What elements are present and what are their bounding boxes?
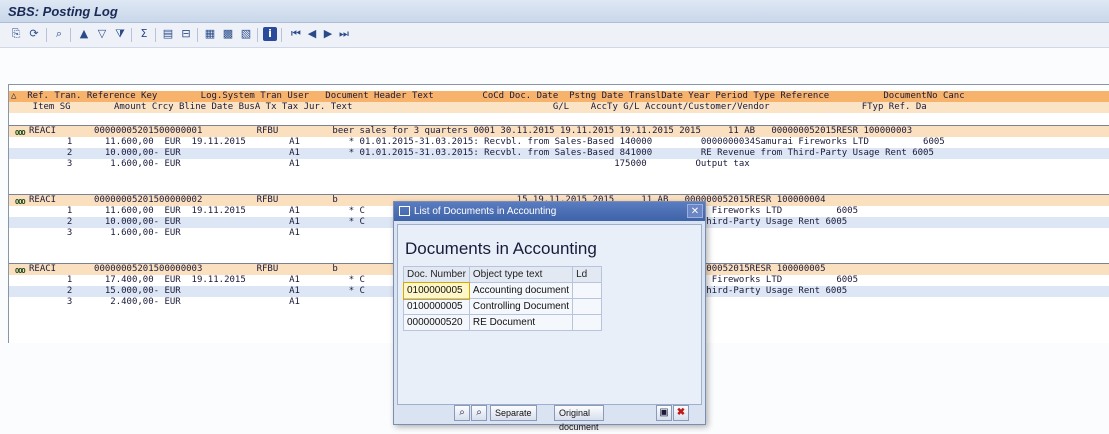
item-row[interactable]: 1 11.600,00 EUR 19.11.2015 A1 * 01.01.20… bbox=[9, 137, 1109, 148]
toolbar: ⎘ ⟳ ⌕ ▲ ▽ ⧩ Σ ▤ ⊟ ▦ ▩ ▧ i ⏮ ◀ ▶ ⏭ bbox=[0, 23, 1109, 48]
column-ld[interactable]: Ld bbox=[572, 266, 603, 283]
separate-button[interactable]: Separate bbox=[490, 405, 537, 421]
sum-icon[interactable]: Σ bbox=[137, 27, 151, 41]
column-doc-number[interactable]: Doc. Number bbox=[403, 266, 470, 283]
table-row[interactable]: 0100000005 Accounting document bbox=[402, 281, 603, 300]
find-icon[interactable]: ⌕ bbox=[454, 405, 470, 421]
ld-cell[interactable] bbox=[572, 282, 603, 299]
document-row[interactable]: OOO REACI 00000005201500000001 RFBU beer … bbox=[9, 126, 1109, 137]
dialog-body: Documents in Accounting Doc. Number Obje… bbox=[397, 224, 702, 405]
column-header-row-2[interactable]: Item SG Amount Crcy Bline Date BusA Tx T… bbox=[9, 102, 1109, 113]
copy-icon[interactable]: ▣ bbox=[656, 405, 672, 421]
item-text: 2 10.000,00- EUR A1 * 01.01.2015-31.03.2… bbox=[29, 148, 934, 158]
dialog-title-bar[interactable]: List of Documents in Accounting ✕ bbox=[394, 202, 705, 221]
sort-ascending-icon[interactable]: ▲ bbox=[77, 27, 91, 41]
doc-number-cell[interactable]: 0100000005 bbox=[403, 298, 470, 315]
column-object-type[interactable]: Object type text bbox=[468, 266, 574, 283]
header-text-1: △ Ref. Tran. Reference Key Log.System Tr… bbox=[11, 91, 965, 101]
next-page-icon[interactable]: ▶ bbox=[321, 27, 335, 41]
original-document-button[interactable]: Original document bbox=[554, 405, 604, 432]
title-bar: SBS: Posting Log bbox=[0, 0, 1109, 23]
previous-page-icon[interactable]: ◀ bbox=[305, 27, 319, 41]
ld-cell[interactable] bbox=[572, 298, 603, 315]
export-icon[interactable]: ⊟ bbox=[179, 27, 193, 41]
first-page-icon[interactable]: ⏮ bbox=[289, 27, 303, 41]
doc-number-cell[interactable]: 0100000005 bbox=[402, 281, 471, 300]
find-next-icon[interactable]: ⌕ bbox=[471, 405, 487, 421]
select-layout-icon[interactable]: ▩ bbox=[221, 27, 235, 41]
cancel-icon[interactable]: ✖ bbox=[673, 405, 689, 421]
object-type-cell[interactable]: Accounting document bbox=[468, 282, 574, 299]
close-icon[interactable]: ✕ bbox=[687, 204, 703, 218]
doc-number-cell[interactable]: 0000000520 bbox=[403, 314, 470, 331]
object-type-cell[interactable]: RE Document bbox=[468, 314, 574, 331]
item-row[interactable]: 3 1.600,00- EUR A1 175000 Output tax bbox=[9, 159, 1109, 170]
info-icon[interactable]: i bbox=[263, 27, 277, 41]
documents-table: Doc. Number Object type text Ld 01000000… bbox=[402, 266, 603, 331]
refresh-icon[interactable]: ⟳ bbox=[27, 27, 41, 41]
dialog-title: List of Documents in Accounting bbox=[414, 206, 557, 217]
document-block: OOO REACI 00000005201500000002 RFBU b 15 … bbox=[9, 194, 1109, 239]
print-preview-icon[interactable]: ▤ bbox=[161, 27, 175, 41]
object-type-cell[interactable]: Controlling Document bbox=[468, 298, 574, 315]
table-header-row: Doc. Number Object type text Ld bbox=[403, 266, 603, 283]
detail-icon[interactable]: ⎘ bbox=[9, 27, 23, 41]
item-text: 3 1.600,00- EUR A1 175000 Output tax bbox=[29, 159, 750, 169]
sort-descending-icon[interactable]: ▽ bbox=[95, 27, 109, 41]
header-text-2: Item SG Amount Crcy Bline Date BusA Tx T… bbox=[11, 102, 927, 112]
window-title: SBS: Posting Log bbox=[8, 4, 118, 19]
filter-icon[interactable]: ⧩ bbox=[113, 27, 127, 41]
document-block: OOO REACI 00000005201500000001 RFBU beer … bbox=[9, 125, 1109, 170]
table-row[interactable]: 0100000005 Controlling Document bbox=[403, 298, 603, 315]
save-layout-icon[interactable]: ▧ bbox=[239, 27, 253, 41]
dialog-heading: Documents in Accounting bbox=[405, 239, 597, 258]
ld-cell[interactable] bbox=[572, 314, 603, 331]
item-row[interactable]: 2 10.000,00- EUR A1 * 01.01.2015-31.03.2… bbox=[9, 148, 1109, 159]
documents-in-accounting-dialog: List of Documents in Accounting ✕ Docume… bbox=[393, 201, 706, 432]
find-icon[interactable]: ⌕ bbox=[52, 27, 66, 41]
table-row[interactable]: 0000000520 RE Document bbox=[403, 314, 603, 331]
item-text: 1 11.600,00 EUR 19.11.2015 A1 * 01.01.20… bbox=[29, 137, 945, 147]
window-icon bbox=[399, 206, 410, 216]
document-line: REACI 00000005201500000001 RFBU beer sal… bbox=[29, 126, 913, 136]
layout-icon[interactable]: ▦ bbox=[203, 27, 217, 41]
last-page-icon[interactable]: ⏭ bbox=[337, 27, 351, 41]
column-header-row-1[interactable]: △ Ref. Tran. Reference Key Log.System Tr… bbox=[9, 91, 1109, 102]
